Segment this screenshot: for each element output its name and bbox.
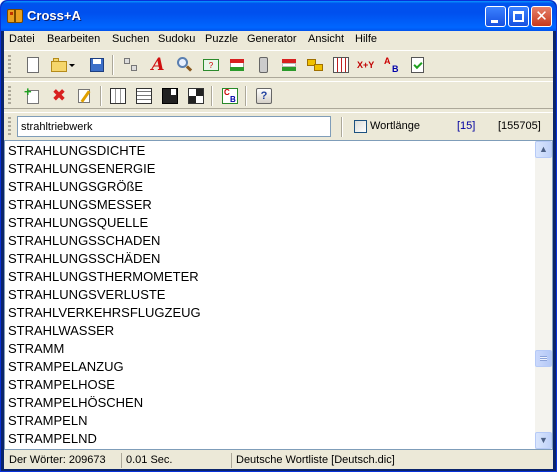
scroll-thumb[interactable] bbox=[535, 350, 552, 367]
new-document-icon[interactable] bbox=[24, 56, 42, 74]
sudoku-grid-icon[interactable] bbox=[109, 87, 127, 105]
list-item[interactable]: STRAHLWASSER bbox=[8, 322, 536, 340]
list-item[interactable]: STRAHLUNGSTHERMOMETER bbox=[8, 268, 536, 286]
scroll-up-button[interactable]: ▲ bbox=[535, 141, 552, 158]
search-grip[interactable] bbox=[8, 117, 11, 136]
number-grid-icon[interactable] bbox=[135, 87, 153, 105]
search-input[interactable] bbox=[17, 116, 331, 137]
list-item[interactable]: STRAMPELHOSE bbox=[8, 376, 536, 394]
menu-generator[interactable]: Generator bbox=[247, 33, 297, 45]
menu-datei[interactable]: Datei bbox=[9, 33, 35, 45]
word-length-count: [15] bbox=[457, 120, 476, 132]
help-icon[interactable]: ? bbox=[255, 87, 273, 105]
maximize-icon bbox=[513, 11, 524, 22]
vertical-scrollbar[interactable]: ▲ ▼ bbox=[535, 141, 552, 449]
magnifier-icon[interactable] bbox=[175, 56, 193, 74]
menu-puzzle[interactable]: Puzzle bbox=[205, 33, 238, 45]
title-bar[interactable]: Cross+A ✕ bbox=[1, 1, 556, 31]
document-page-icon[interactable] bbox=[254, 56, 272, 74]
list-item[interactable]: STRAHLUNGSENERGIE bbox=[8, 160, 536, 178]
menu-hilfe[interactable]: Hilfe bbox=[355, 33, 377, 45]
save-icon[interactable] bbox=[88, 56, 106, 74]
a-to-b-icon[interactable]: A B bbox=[383, 56, 401, 74]
menu-ansicht[interactable]: Ansicht bbox=[308, 33, 344, 45]
app-window: Cross+A ✕ Datei Bearbeiten Suchen Sudoku… bbox=[0, 0, 557, 472]
minimize-icon bbox=[491, 20, 498, 23]
scroll-up-arrow-icon: ▲ bbox=[539, 144, 548, 154]
list-item[interactable]: STRAHLUNGSVERLUSTE bbox=[8, 286, 536, 304]
app-book-icon bbox=[7, 9, 23, 23]
word-list-items: STRAHLUNGSDICHTE STRAHLUNGSENERGIE STRAHLU… bbox=[8, 142, 536, 450]
status-wordlist: Deutsche Wortliste [Deutsch.dic] bbox=[231, 453, 395, 468]
list-item[interactable]: STRAMPELANZUG bbox=[8, 358, 536, 376]
menu-sudoku[interactable]: Sudoku bbox=[158, 33, 195, 45]
status-word-count: Der Wörter: 209673 bbox=[9, 454, 106, 466]
list-item[interactable]: STRAMPELHÖSCHEN bbox=[8, 394, 536, 412]
open-folder-icon[interactable] bbox=[50, 56, 68, 74]
word-length-label[interactable]: Wortlänge bbox=[370, 120, 420, 132]
scroll-down-arrow-icon: ▼ bbox=[539, 435, 548, 445]
maximize-button[interactable] bbox=[508, 6, 529, 27]
word-length-checkbox[interactable] bbox=[354, 120, 367, 133]
grid-pattern-icon[interactable] bbox=[332, 56, 350, 74]
dropdown-arrow-icon[interactable] bbox=[68, 56, 76, 74]
list-item[interactable]: STRAHLUNGSGRÖßE bbox=[8, 178, 536, 196]
client-area: Datei Bearbeiten Suchen Sudoku Puzzle Ge… bbox=[4, 31, 553, 469]
list-item[interactable]: STRAMPELN bbox=[8, 412, 536, 430]
menu-bearbeiten[interactable]: Bearbeiten bbox=[47, 33, 100, 45]
secondary-toolbar: + ✖ C B ? bbox=[4, 81, 553, 109]
checklist-icon[interactable] bbox=[409, 56, 427, 74]
flag-icon[interactable] bbox=[228, 56, 246, 74]
list-item[interactable]: STRAHLUNGSDICHTE bbox=[8, 142, 536, 160]
list-item[interactable]: STRAHLVERKEHRSFLUGZEUG bbox=[8, 304, 536, 322]
main-toolbar: A ? X+Y A B bbox=[4, 50, 553, 78]
list-item[interactable]: STRAHLUNGSSCHÄDEN bbox=[8, 250, 536, 268]
list-item[interactable]: STRAMM bbox=[8, 340, 536, 358]
toolbar-grip[interactable] bbox=[8, 86, 11, 105]
grid-blocks-icon[interactable] bbox=[122, 56, 140, 74]
menu-bar: Datei Bearbeiten Suchen Sudoku Puzzle Ge… bbox=[4, 31, 553, 49]
minimize-button[interactable] bbox=[485, 6, 506, 27]
status-bar: Der Wörter: 209673 0.01 Sec. Deutsche Wo… bbox=[4, 451, 553, 469]
search-bar: Wortlänge [15] [155705] bbox=[4, 112, 553, 140]
yellow-chain-icon[interactable] bbox=[306, 56, 324, 74]
scroll-down-button[interactable]: ▼ bbox=[535, 432, 552, 449]
close-icon: ✕ bbox=[535, 7, 548, 25]
close-button[interactable]: ✕ bbox=[531, 6, 552, 27]
list-item[interactable]: STRAHLUNGSQUELLE bbox=[8, 214, 536, 232]
list-item[interactable]: STRAMPELND bbox=[8, 430, 536, 448]
list-item[interactable]: STRAHLUNGSSCHADEN bbox=[8, 232, 536, 250]
menu-suchen[interactable]: Suchen bbox=[112, 33, 149, 45]
window-title: Cross+A bbox=[27, 8, 81, 23]
delete-icon[interactable]: ✖ bbox=[50, 87, 68, 105]
list-item[interactable]: STRAHLUNGSMESSER bbox=[8, 196, 536, 214]
add-icon[interactable]: + bbox=[24, 85, 42, 105]
status-time: 0.01 Sec. bbox=[121, 453, 172, 468]
abc-grid-icon[interactable]: C B bbox=[221, 87, 239, 105]
black-square-icon[interactable] bbox=[161, 87, 179, 105]
x-plus-y-icon[interactable]: X+Y bbox=[357, 56, 377, 74]
crossword-question-icon[interactable]: ? bbox=[202, 56, 220, 74]
word-list[interactable]: STRAHLUNGSDICHTE STRAHLUNGSENERGIE STRAHLU… bbox=[4, 140, 553, 450]
flag-arrow-icon[interactable] bbox=[280, 56, 298, 74]
edit-icon[interactable] bbox=[76, 87, 94, 105]
toolbar-grip[interactable] bbox=[8, 55, 11, 74]
checkered-icon[interactable] bbox=[187, 87, 205, 105]
font-a-icon[interactable]: A bbox=[149, 56, 167, 74]
total-count: [155705] bbox=[498, 120, 541, 132]
